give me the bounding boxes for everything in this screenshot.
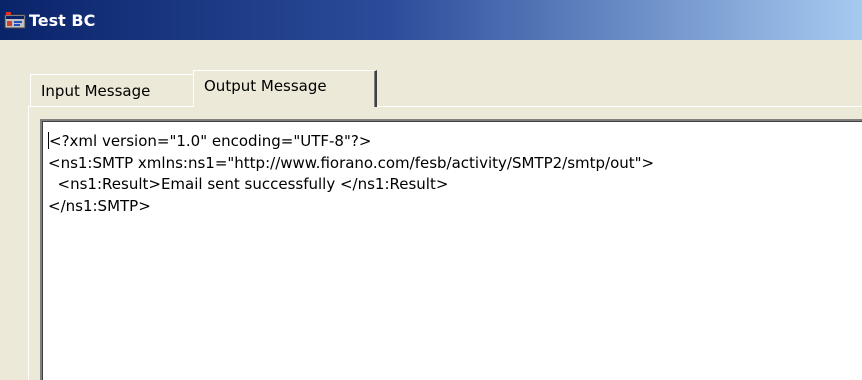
title-bar[interactable]: Test BC bbox=[0, 0, 862, 40]
window-title: Test BC bbox=[29, 10, 96, 30]
output-message-textarea[interactable]: <?xml version="1.0" encoding="UTF-8"?> <n… bbox=[40, 119, 862, 380]
xml-line-4: </ns1:SMTP> bbox=[48, 196, 151, 215]
app-window-icon bbox=[4, 11, 26, 29]
xml-line-2: <ns1:SMTP xmlns:ns1="http://www.fiorano.… bbox=[48, 153, 655, 172]
test-bc-window: Test BC Input Message Output Message <?x… bbox=[0, 0, 862, 380]
tab-output-message[interactable]: Output Message bbox=[193, 70, 377, 107]
xml-line-3: <ns1:Result>Email sent successfully </ns… bbox=[48, 175, 449, 193]
xml-line-1: <?xml version="1.0" encoding="UTF-8"?> bbox=[48, 132, 372, 150]
tab-input-message[interactable]: Input Message bbox=[30, 74, 193, 107]
